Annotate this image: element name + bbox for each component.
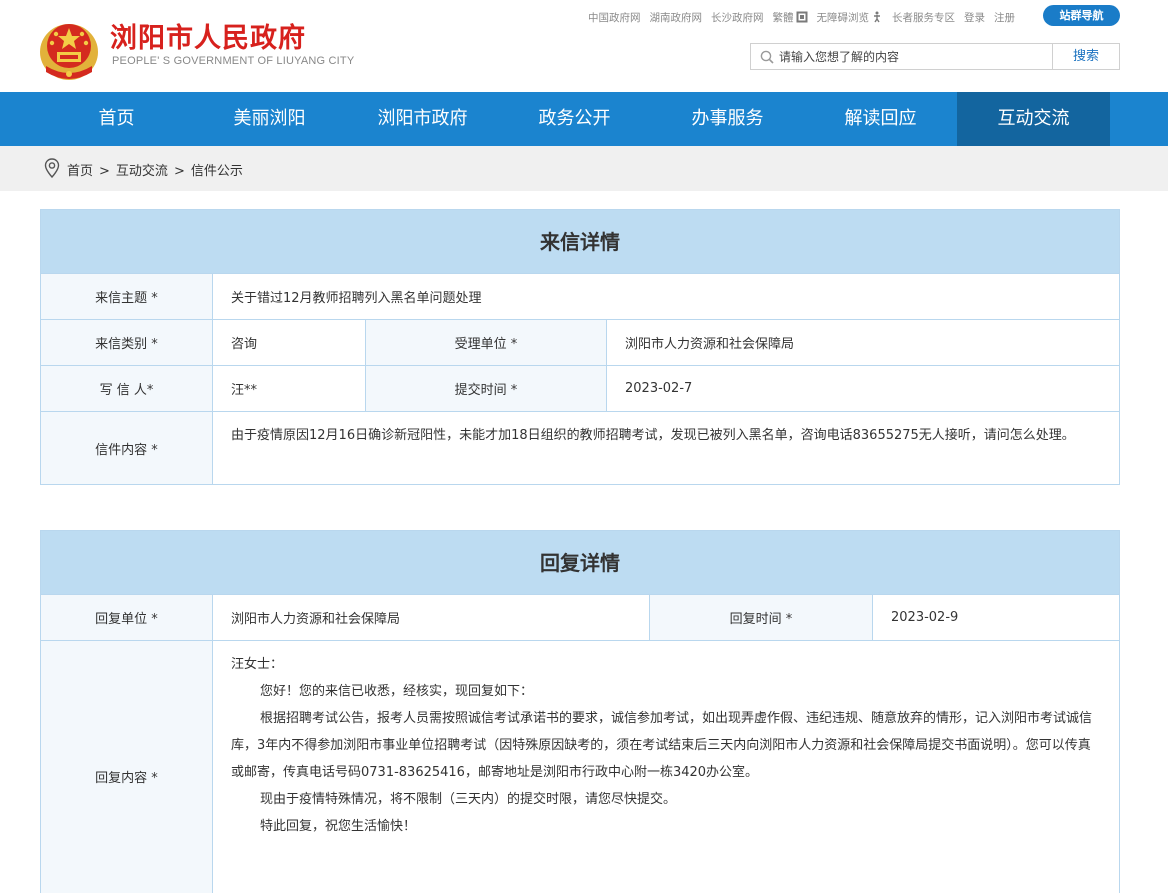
national-emblem-logo[interactable]: [38, 16, 100, 82]
search-box: 搜索: [750, 43, 1120, 70]
dept-value: 浏阳市人力资源和社会保障局: [625, 337, 795, 352]
nav-services[interactable]: 办事服务: [651, 92, 804, 146]
letter-details-heading: 来信详情: [41, 210, 1119, 274]
site-nav-button[interactable]: 站群导航: [1043, 5, 1120, 26]
writer-label: 写 信 人*: [41, 366, 213, 411]
reply-content-label: 回复内容 *: [41, 641, 213, 893]
link-hunan-gov[interactable]: 湖南政府网: [650, 10, 703, 25]
content-value: 由于疫情原因12月16日确诊新冠阳性，未能才加18日组织的教师招聘考试，发现已被…: [231, 428, 1075, 443]
link-accessible[interactable]: 无障碍浏览: [817, 10, 870, 25]
submit-time-value: 2023-02-7: [625, 381, 693, 396]
subject-value: 关于错过12月教师招聘列入黑名单问题处理: [231, 291, 482, 306]
dept-label: 受理单位 *: [365, 320, 607, 365]
breadcrumb-separator: >: [173, 164, 185, 179]
letter-subject-row: 来信主题 * 关于错过12月教师招聘列入黑名单问题处理: [41, 274, 1119, 320]
site-title[interactable]: 浏阳市人民政府: [110, 16, 306, 55]
writer-value: 汪**: [231, 383, 258, 398]
submit-time-label: 提交时间 *: [365, 366, 607, 411]
breadcrumb: 首页 > 互动交流 > 信件公示: [0, 146, 1168, 191]
search-button[interactable]: 搜索: [1052, 44, 1119, 69]
nav-interaction[interactable]: 互动交流: [957, 92, 1110, 146]
reply-dept-value: 浏阳市人力资源和社会保障局: [231, 612, 401, 627]
search-icon: [760, 50, 774, 64]
reply-content-value: 汪女士： 您好！您的来信已收悉，经核实，现回复如下： 根据招聘考试公告，报考人员…: [213, 641, 1119, 893]
letter-writer-row: 写 信 人* 汪** 提交时间 * 2023-02-7: [41, 366, 1119, 412]
reply-details-heading: 回复详情: [41, 531, 1119, 595]
site-subtitle: PEOPLE' S GOVERNMENT OF LIUYANG CITY: [112, 55, 355, 67]
category-label: 来信类别 *: [41, 320, 213, 365]
accessibility-icon[interactable]: [871, 11, 883, 23]
traditional-chinese-icon[interactable]: [796, 11, 808, 23]
breadcrumb-separator: >: [99, 164, 110, 179]
nav-government-affairs[interactable]: 政务公开: [498, 92, 651, 146]
link-china-gov[interactable]: 中国政府网: [588, 10, 641, 25]
reply-time-label: 回复时间 *: [649, 595, 873, 640]
reply-paragraph-3: 现由于疫情特殊情况，将不限制（三天内）的提交时限，请您尽快提交。: [260, 792, 677, 807]
site-header: 浏阳市人民政府 PEOPLE' S GOVERNMENT OF LIUYANG …: [0, 0, 1168, 92]
search-input[interactable]: [779, 46, 1049, 67]
location-pin-icon: [44, 158, 60, 178]
nav-home[interactable]: 首页: [40, 92, 193, 146]
letter-content-row: 信件内容 * 由于疫情原因12月16日确诊新冠阳性，未能才加18日组织的教师招聘…: [41, 412, 1119, 484]
content-label: 信件内容 *: [41, 412, 213, 484]
reply-dept-row: 回复单位 * 浏阳市人力资源和社会保障局 回复时间 * 2023-02-9: [41, 595, 1119, 641]
reply-details-panel: 回复详情 回复单位 * 浏阳市人力资源和社会保障局 回复时间 * 2023-02…: [40, 530, 1120, 893]
reply-paragraph-4: 特此回复，祝您生活愉快！: [260, 819, 417, 834]
nav-beautiful-liuyang[interactable]: 美丽浏阳: [193, 92, 346, 146]
link-traditional[interactable]: 繁體: [773, 10, 794, 25]
letter-category-row: 来信类别 * 咨询 受理单位 * 浏阳市人力资源和社会保障局: [41, 320, 1119, 366]
top-links: 中国政府网 湖南政府网 长沙政府网 繁體 无障碍浏览 长者服务专区 登录 注册: [588, 9, 1024, 25]
link-login[interactable]: 登录: [964, 10, 985, 25]
breadcrumb-current[interactable]: 信件公示: [191, 164, 243, 179]
reply-paragraph-1: 您好！您的来信已收悉，经核实，现回复如下：: [260, 684, 534, 699]
reply-dept-label: 回复单位 *: [41, 595, 213, 640]
reply-content-row: 回复内容 * 汪女士： 您好！您的来信已收悉，经核实，现回复如下： 根据招聘考试…: [41, 641, 1119, 893]
link-elderly-zone[interactable]: 长者服务专区: [892, 10, 955, 25]
nav-city-government[interactable]: 浏阳市政府: [346, 92, 499, 146]
link-register[interactable]: 注册: [994, 10, 1015, 25]
category-value: 咨询: [231, 337, 258, 352]
letter-details-panel: 来信详情 来信主题 * 关于错过12月教师招聘列入黑名单问题处理 来信类别 * …: [40, 209, 1120, 485]
reply-paragraph-2: 根据招聘考试公告，报考人员需按照诚信考试承诺书的要求，诚信参加考试，如出现弄虚作…: [231, 711, 1093, 780]
main-nav: 首页 美丽浏阳 浏阳市政府 政务公开 办事服务 解读回应 互动交流: [0, 92, 1168, 146]
reply-time-value: 2023-02-9: [891, 610, 959, 625]
reply-greeting: 汪女士：: [231, 657, 284, 672]
link-changsha-gov[interactable]: 长沙政府网: [711, 10, 764, 25]
subject-label: 来信主题 *: [41, 274, 213, 319]
breadcrumb-section[interactable]: 互动交流: [116, 164, 168, 179]
nav-interpretation[interactable]: 解读回应: [804, 92, 957, 146]
breadcrumb-home[interactable]: 首页: [67, 164, 93, 179]
breadcrumb-trail: 首页 > 互动交流 > 信件公示: [67, 160, 243, 179]
